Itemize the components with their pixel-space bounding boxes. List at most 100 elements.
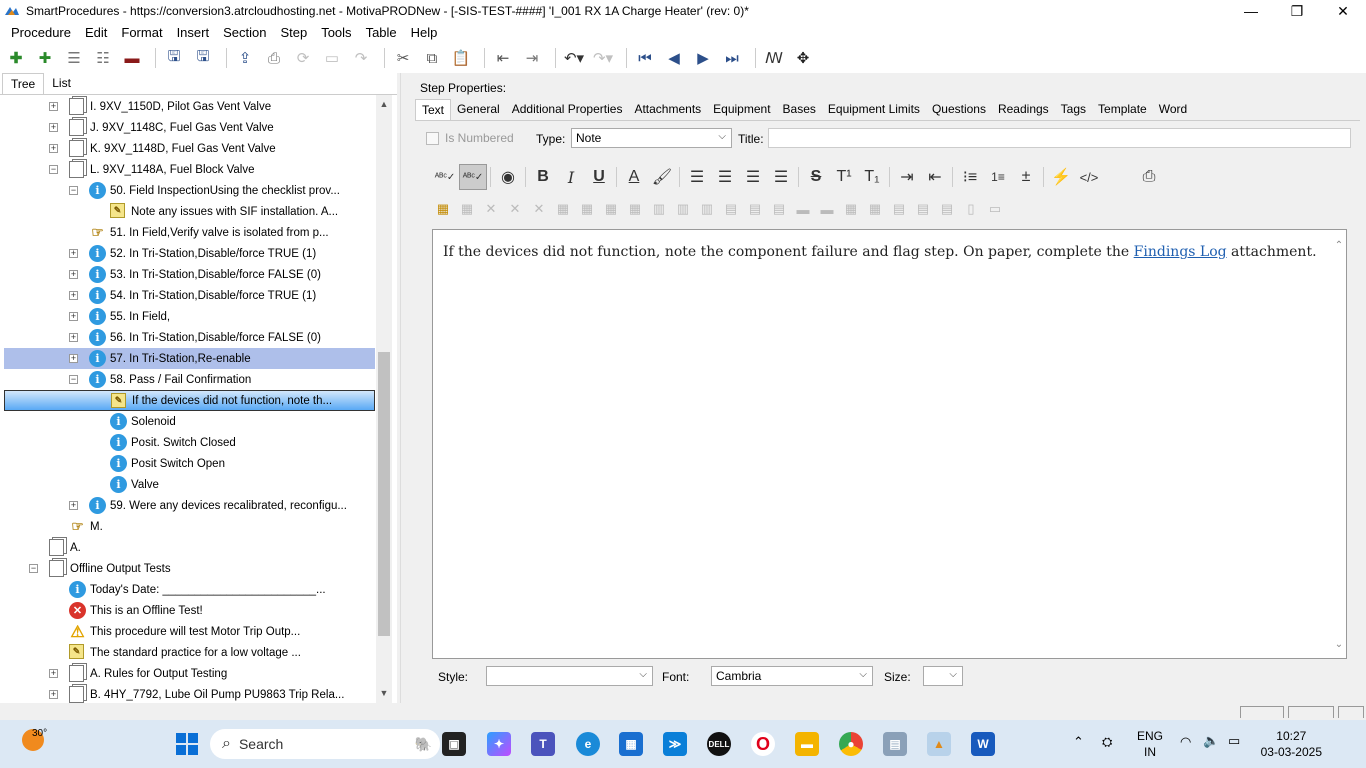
tab-readings[interactable]: Readings	[992, 99, 1055, 120]
tree-item[interactable]: − i 50. Field InspectionUsing the checklis…	[4, 180, 375, 201]
expand-icon[interactable]: +	[49, 690, 58, 699]
expand-icon[interactable]: +	[69, 291, 78, 300]
title-input[interactable]	[768, 128, 1351, 148]
battery-icon[interactable]: ▭	[1228, 733, 1240, 749]
style-select[interactable]: ⌵	[486, 666, 653, 686]
expand-icon[interactable]: +	[69, 249, 78, 258]
table-tool-icon[interactable]: ▦	[455, 201, 479, 217]
opera-icon[interactable]: O	[751, 732, 775, 756]
tab-text[interactable]: Text	[415, 99, 452, 120]
task-view-icon[interactable]: ▣	[442, 732, 466, 756]
panel-splitter[interactable]	[400, 73, 405, 703]
save-icon[interactable]: 🖫	[191, 46, 215, 70]
editor-scrollbar[interactable]: ⌃ ⌄	[1334, 240, 1344, 650]
next-icon[interactable]: ▶	[691, 46, 715, 70]
add-icon[interactable]: ✚	[4, 46, 28, 70]
list-multi-icon[interactable]: ☷	[91, 46, 115, 70]
menu-section[interactable]: Section	[216, 22, 273, 43]
table-tool-icon[interactable]: ▦	[599, 201, 623, 217]
tree-item[interactable]: A.	[4, 537, 375, 558]
tree-item[interactable]: + K. 9XV_1148D, Fuel Gas Vent Valve	[4, 138, 375, 159]
tree-item[interactable]: + i 54. In Tri-Station,Disable/force TRUE …	[4, 285, 375, 306]
highlight-icon[interactable]: 🖌	[648, 164, 676, 190]
print-icon[interactable]: ⎙	[262, 46, 286, 70]
align-left-icon[interactable]: ☰	[683, 164, 711, 190]
findings-log-link[interactable]: Findings Log	[1134, 244, 1227, 260]
last-icon[interactable]: ⏭	[720, 46, 744, 70]
paste-icon[interactable]: 📋	[449, 46, 473, 70]
expand-icon[interactable]: +	[69, 501, 78, 510]
table-tool-icon[interactable]: ▬	[791, 202, 815, 217]
close-button[interactable]: ✕	[1320, 0, 1366, 22]
indent-icon[interactable]: ⇥	[520, 46, 544, 70]
scrollbar-thumb[interactable]	[378, 352, 390, 636]
increase-indent-icon[interactable]: ⇥	[893, 164, 921, 190]
table-tool-icon[interactable]: ▦	[863, 201, 887, 217]
align-right-icon[interactable]: ☰	[739, 164, 767, 190]
tree-item[interactable]: − L. 9XV_1148A, Fuel Block Valve	[4, 159, 375, 180]
outdent-icon[interactable]: ⇤	[491, 46, 515, 70]
tree-item[interactable]: + A. Rules for Output Testing	[4, 663, 375, 684]
tab-equipment[interactable]: Equipment	[707, 99, 776, 120]
tree-item[interactable]: + i 52. In Tri-Station,Disable/force TRUE …	[4, 243, 375, 264]
table-tool-icon[interactable]: ▦	[575, 201, 599, 217]
spell-icon[interactable]: ꟿ	[762, 46, 786, 70]
italic-icon[interactable]: I	[557, 164, 585, 190]
tab-additional-properties[interactable]: Additional Properties	[506, 99, 629, 120]
menu-table[interactable]: Table	[359, 22, 404, 43]
table-tool-icon[interactable]: ▥	[647, 201, 671, 217]
scroll-up-icon[interactable]: ▲	[376, 99, 392, 109]
is-numbered-checkbox[interactable]	[426, 132, 439, 145]
tab-questions[interactable]: Questions	[926, 99, 992, 120]
magic-wand-icon[interactable]: ⚡	[1047, 164, 1075, 190]
table-tool-icon[interactable]: ▤	[767, 201, 791, 217]
wifi-icon[interactable]: ◠	[1180, 734, 1191, 750]
underline-icon[interactable]: U	[585, 164, 613, 190]
print-preview-icon[interactable]: ⎙	[1135, 164, 1163, 190]
insert-table-icon[interactable]: ▦	[431, 201, 455, 217]
redo-dropdown-icon[interactable]: ↷▾	[591, 46, 615, 70]
table-tool-icon[interactable]: ▤	[911, 201, 935, 217]
superscript-icon[interactable]: T¹	[830, 164, 858, 190]
table-tool-icon[interactable]: ▤	[935, 201, 959, 217]
tab-equipment-limits[interactable]: Equipment Limits	[822, 99, 926, 120]
collapse-icon[interactable]: −	[69, 375, 78, 384]
tree-item[interactable]: i Valve	[4, 474, 375, 495]
minimize-button[interactable]: —	[1228, 0, 1274, 22]
bold-icon[interactable]: B	[529, 164, 557, 190]
menu-tools[interactable]: Tools	[314, 22, 358, 43]
table-tool-icon[interactable]: ✕	[479, 201, 503, 217]
table-tool-icon[interactable]: ▦	[623, 201, 647, 217]
tree-item[interactable]: + J. 9XV_1148C, Fuel Gas Vent Valve	[4, 117, 375, 138]
tab-list[interactable]: List	[44, 73, 79, 94]
dell-icon[interactable]: DELL	[707, 732, 731, 756]
horizontal-rule-icon[interactable]: ±	[1012, 164, 1040, 190]
font-color-icon[interactable]: A	[620, 164, 648, 190]
table-tool-icon[interactable]: ▤	[719, 201, 743, 217]
menu-step[interactable]: Step	[273, 22, 314, 43]
tree-item[interactable]: ✎ If the devices did not function, note t…	[4, 390, 375, 411]
tree-item[interactable]: + B. 4HY_7792, Lube Oil Pump PU9863 Trip …	[4, 684, 375, 703]
tree-item[interactable]: + i 56. In Tri-Station,Disable/force FALSE…	[4, 327, 375, 348]
html-source-icon[interactable]: </>	[1075, 164, 1103, 190]
menu-format[interactable]: Format	[114, 22, 169, 43]
refresh-icon[interactable]: ⟳	[291, 46, 315, 70]
table-tool-icon[interactable]: ▤	[743, 201, 767, 217]
tree-item[interactable]: + i 55. In Field,	[4, 306, 375, 327]
smartprocedures-icon[interactable]: ▲	[927, 732, 951, 756]
table-tool-icon[interactable]: ✕	[503, 201, 527, 217]
tab-tags[interactable]: Tags	[1055, 99, 1092, 120]
numbered-list-icon[interactable]: 1≡	[984, 164, 1012, 190]
edge-icon[interactable]: e	[576, 732, 600, 756]
table-tool-icon[interactable]: ▯	[959, 201, 983, 217]
spellcheck-icon[interactable]: ᴬᴮᶜ✓	[431, 164, 459, 190]
table-tool-icon[interactable]: ▬	[815, 202, 839, 217]
tab-word[interactable]: Word	[1153, 99, 1193, 120]
copy-icon[interactable]: ⧉	[420, 46, 444, 70]
spellcheck-auto-icon[interactable]: ᴬᴮᶜ✓	[459, 164, 487, 190]
table-tool-icon[interactable]: ▥	[695, 201, 719, 217]
type-select[interactable]: Note ⌵	[571, 128, 732, 148]
tab-bases[interactable]: Bases	[777, 99, 822, 120]
tree-item[interactable]: ✕ This is an Offline Test!	[4, 600, 375, 621]
start-button[interactable]	[176, 733, 198, 755]
